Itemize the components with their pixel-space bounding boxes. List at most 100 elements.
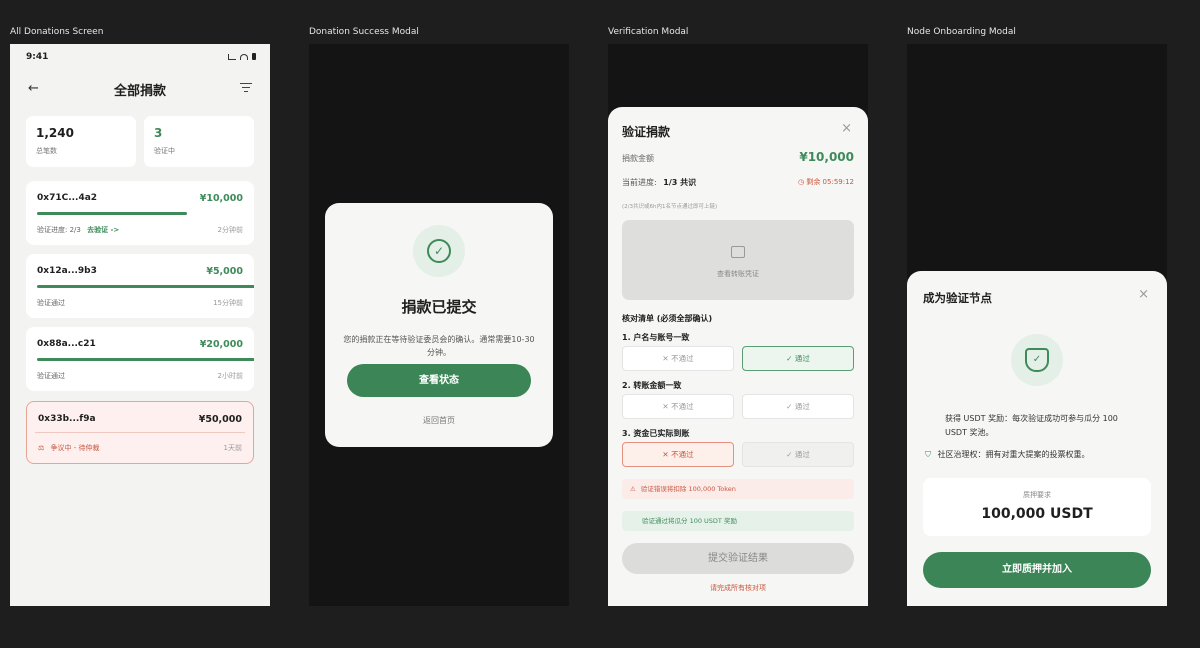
x-icon: ✕: [662, 402, 669, 411]
close-icon[interactable]: ×: [841, 121, 852, 136]
verification-modal: 验证捐款 × 捐款金额 ¥10,000 当前进度: 1/3 共识 ◷ 剩余 05…: [608, 107, 868, 606]
fail-label: 不通过: [671, 450, 694, 459]
page-title: 全部捐款: [113, 84, 166, 99]
progress-bar: [37, 285, 254, 288]
dispute-text: 争议中 - 待仲裁: [50, 444, 100, 452]
transfer-proof-area[interactable]: 查看转账凭证: [622, 220, 854, 300]
pass-button[interactable]: ✓ 通过: [742, 442, 854, 467]
stat-verifying-card: 3 验证中: [144, 116, 254, 167]
warning-icon: ⚠: [630, 485, 636, 493]
status-time: 9:41: [26, 52, 49, 62]
stake-label: 质押要求: [1023, 491, 1051, 499]
onboarding-screen: 成为验证节点 × ✓ 获得 USDT 奖励：每次验证成功可参与瓜分 100 US…: [907, 44, 1167, 606]
onboarding-modal: 成为验证节点 × ✓ 获得 USDT 奖励：每次验证成功可参与瓜分 100 US…: [907, 271, 1167, 606]
checklist-title: 核对清单 (必须全部确认): [622, 314, 713, 323]
check-icon: ✓: [786, 354, 793, 363]
pass-label: 通过: [794, 402, 810, 411]
go-verify-link[interactable]: 去验证 ->: [87, 226, 119, 234]
battery-icon: [252, 53, 256, 60]
penalty-text: 验证错误将扣除 100,000 Token: [640, 485, 736, 493]
pass-button[interactable]: ✓ 通过: [742, 394, 854, 419]
stat-verifying-label: 验证中: [154, 147, 175, 155]
check-icon: ✓: [786, 402, 793, 411]
stake-value: 100,000 USDT: [981, 506, 1093, 522]
verify-title: 验证捐款: [622, 125, 671, 139]
success-body: 您的捐款正在等待验证委员会的确认。通常需要10-30 分钟。: [343, 335, 535, 357]
verify-progress-text: 验证进度: 2/3: [37, 226, 81, 234]
amount-value: ¥10,000: [799, 150, 854, 164]
donation-amount: ¥5,000: [206, 266, 243, 277]
fail-button[interactable]: ✕ 不通过: [622, 346, 734, 371]
check-item-label: 3. 资金已实际到账: [622, 429, 690, 438]
close-icon[interactable]: ×: [1138, 287, 1149, 302]
pass-label: 通过: [794, 354, 810, 363]
frame-label-verification: Verification Modal: [608, 27, 689, 37]
donation-time: 2分钟前: [217, 226, 243, 234]
check-item-label: 1. 户名与账号一致: [622, 333, 690, 342]
check-icon: ✓: [786, 450, 793, 459]
x-icon: ✕: [662, 354, 669, 363]
stake-join-button[interactable]: 立即质押并加入: [923, 552, 1151, 588]
donation-card-disputed[interactable]: 0x33b...f9a ¥50,000 ⚖ 争议中 - 待仲裁 1天前: [26, 401, 254, 464]
all-donations-screen: 9:41 ← 全部捐款 1,240 总笔数 3 验证中 0x71C...4a2 …: [10, 44, 270, 606]
nav-bar: ← 全部捐款: [10, 78, 270, 100]
governance-icon: ⛉: [925, 450, 931, 459]
countdown: ◷ 剩余 05:59:12: [798, 177, 854, 187]
fail-label: 不通过: [671, 402, 694, 411]
reward-note: 验证通过将瓜分 100 USDT 奖励: [622, 511, 854, 531]
donation-amount: ¥50,000: [198, 414, 242, 425]
success-title: 捐款已提交: [401, 298, 477, 316]
countdown-text: 剩余 05:59:12: [806, 178, 854, 186]
benefit-usdt: 获得 USDT 奖励：每次验证成功可参与瓜分 100 USDT 奖池。: [945, 414, 1118, 437]
progress-bar: [37, 358, 254, 361]
donation-status: 验证进度: 2/3 去验证 ->: [37, 225, 119, 235]
fail-button[interactable]: ✕ 不通过: [622, 394, 734, 419]
pass-label: 通过: [794, 450, 810, 459]
success-screen: ✓ 捐款已提交 您的捐款正在等待验证委员会的确认。通常需要10-30 分钟。 查…: [309, 44, 569, 606]
stake-card: 质押要求 100,000 USDT: [923, 478, 1151, 536]
amount-label: 捐款金额: [622, 154, 654, 163]
success-modal: ✓ 捐款已提交 您的捐款正在等待验证委员会的确认。通常需要10-30 分钟。 查…: [325, 203, 553, 447]
clock-icon: ◷: [797, 178, 805, 186]
signal-icon: [228, 53, 236, 60]
donation-time: 1天前: [223, 444, 242, 452]
pass-button[interactable]: ✓ 通过: [742, 346, 854, 371]
image-icon: [731, 246, 745, 258]
donation-address: 0x33b...f9a: [38, 414, 96, 424]
shield-icon: ✓: [1011, 334, 1063, 386]
submit-button[interactable]: 提交验证结果: [622, 543, 854, 574]
donation-time: 15分钟前: [213, 299, 243, 307]
gavel-icon: ⚖: [38, 444, 45, 452]
success-check-icon: ✓: [413, 225, 465, 277]
proof-label: 查看转账凭证: [717, 270, 759, 278]
progress-value: 1/3 共识: [663, 178, 697, 187]
donation-amount: ¥20,000: [199, 339, 243, 350]
frame-label-onboarding: Node Onboarding Modal: [907, 27, 1016, 37]
donation-amount: ¥10,000: [199, 193, 243, 204]
back-home-link[interactable]: 返回首页: [325, 415, 553, 426]
donation-status: 验证通过: [37, 372, 65, 380]
donation-card[interactable]: 0x71C...4a2 ¥10,000 验证进度: 2/3 去验证 -> 2分钟…: [26, 181, 254, 245]
donation-time: 2小时前: [217, 372, 243, 380]
frame-label-success: Donation Success Modal: [309, 27, 419, 37]
progress-bar: [37, 212, 187, 215]
progress-row: 当前进度: 1/3 共识: [622, 177, 696, 188]
fail-button[interactable]: ✕ 不通过: [622, 442, 734, 467]
status-bar: 9:41: [26, 52, 256, 66]
donation-card[interactable]: 0x88a...c21 ¥20,000 验证通过 2小时前: [26, 327, 254, 391]
stat-total-value: 1,240: [36, 126, 74, 140]
stat-total-card: 1,240 总笔数: [26, 116, 136, 167]
donation-address: 0x71C...4a2: [37, 193, 98, 203]
stat-total-label: 总笔数: [36, 147, 57, 155]
fail-label: 不通过: [671, 354, 694, 363]
node-title: 成为验证节点: [923, 291, 992, 305]
benefit-governance: ⛉ 社区治理权：拥有对重大提案的投票权重。: [925, 449, 1153, 460]
donation-status: 验证通过: [37, 299, 65, 307]
wifi-icon: [240, 53, 248, 60]
x-icon: ✕: [662, 450, 669, 459]
filter-icon[interactable]: [240, 83, 252, 95]
donation-address: 0x88a...c21: [37, 339, 96, 349]
view-status-button[interactable]: 查看状态: [347, 364, 531, 397]
donation-status: ⚖ 争议中 - 待仲裁: [38, 443, 100, 453]
donation-card[interactable]: 0x12a...9b3 ¥5,000 验证通过 15分钟前: [26, 254, 254, 318]
